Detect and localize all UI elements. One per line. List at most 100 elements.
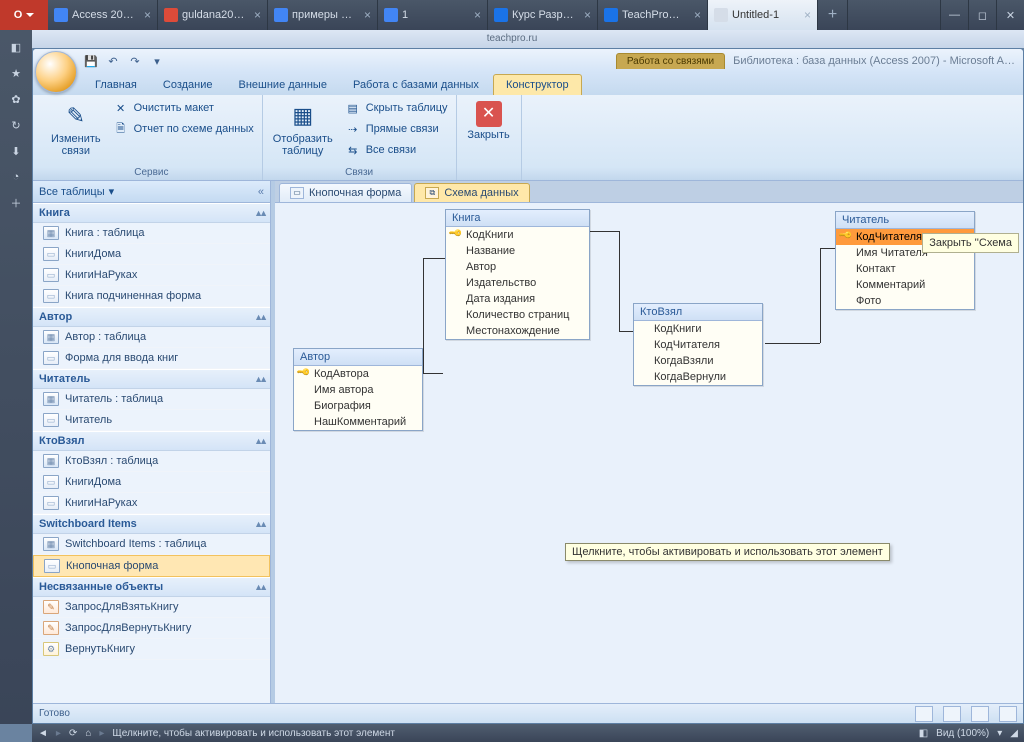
table-field[interactable]: Контакт (836, 261, 974, 277)
table-header[interactable]: КтоВзял (634, 304, 762, 321)
clear-layout-button[interactable]: ✕Очистить макет (111, 99, 256, 117)
window-minimize[interactable]: ― (940, 0, 968, 30)
nav-item[interactable]: ⚙ВернутьКнигу (33, 639, 270, 660)
zoom-label[interactable]: Вид (100%) (936, 728, 989, 739)
nav-item[interactable]: ▦КтоВзял : таблица (33, 451, 270, 472)
nav-item[interactable]: ▭Читатель (33, 410, 270, 431)
nav-collapse-icon[interactable]: « (258, 186, 264, 198)
browser-tab[interactable]: Курс Разр…× (488, 0, 598, 30)
table-field[interactable]: Местонахождение (446, 323, 589, 339)
browser-tab[interactable]: Access 20…× (48, 0, 158, 30)
panel-icon[interactable]: ◧ (7, 38, 25, 56)
nav-item[interactable]: ▭КнигиДома (33, 244, 270, 265)
nav-back-icon[interactable]: ◄ (38, 728, 48, 739)
new-tab-button[interactable]: + (818, 0, 848, 30)
history-icon[interactable]: ◔ (7, 168, 25, 186)
doc-tab-form[interactable]: ▭Кнопочная форма (279, 183, 412, 202)
table-field[interactable]: Фото (836, 293, 974, 309)
table-kniga[interactable]: КнигаКодКнигиНазваниеАвторИздательствоДа… (445, 209, 590, 340)
close-button[interactable]: ✕ Закрыть (463, 99, 515, 143)
nav-item[interactable]: ▭Кнопочная форма (33, 555, 270, 577)
relation-report-button[interactable]: 🗎Отчет по схеме данных (111, 120, 256, 138)
undo-icon[interactable]: ↶ (105, 55, 121, 68)
table-header[interactable]: Читатель (836, 212, 974, 229)
table-header[interactable]: Книга (446, 210, 589, 227)
feed-icon[interactable]: ◧ (919, 728, 928, 739)
tab-close-icon[interactable]: × (144, 8, 151, 22)
nav-item[interactable]: ▦Switchboard Items : таблица (33, 534, 270, 555)
table-field[interactable]: КодАвтора (294, 366, 422, 382)
tab-close-icon[interactable]: × (804, 8, 811, 22)
edit-relations-button[interactable]: ✎ Изменить связи (47, 99, 105, 159)
browser-tab[interactable]: Untitled-1× (708, 0, 818, 30)
redo-icon[interactable]: ↷ (127, 55, 143, 68)
nav-item[interactable]: ✎ЗапросДляВзятьКнигу (33, 597, 270, 618)
nav-item[interactable]: ▦Читатель : таблица (33, 389, 270, 410)
window-close[interactable]: ✕ (996, 0, 1024, 30)
tab-close-icon[interactable]: × (364, 8, 371, 22)
table-avtor[interactable]: АвторКодАвтораИмя автораБиографияНашКомм… (293, 348, 423, 431)
all-links-button[interactable]: ⇆Все связи (343, 141, 450, 159)
nav-item[interactable]: ▭КнигиНаРуках (33, 265, 270, 286)
table-field[interactable]: КогдаВзяли (634, 353, 762, 369)
nav-item[interactable]: ▦Книга : таблица (33, 223, 270, 244)
save-icon[interactable]: 💾 (83, 55, 99, 68)
direct-links-button[interactable]: ⇢Прямые связи (343, 120, 450, 138)
qat-more-icon[interactable]: ▾ (149, 55, 165, 68)
table-field[interactable]: НашКомментарий (294, 414, 422, 430)
relationship-canvas[interactable]: КнигаКодКнигиНазваниеАвторИздательствоДа… (275, 203, 1023, 703)
tab-home[interactable]: Главная (83, 75, 149, 95)
nav-item[interactable]: ▭Книга подчиненная форма (33, 286, 270, 307)
nav-group-header[interactable]: Switchboard Items▲▲ (33, 514, 270, 534)
nav-item[interactable]: ▭КнигиДома (33, 472, 270, 493)
table-field[interactable]: Количество страниц (446, 307, 589, 323)
sync-icon[interactable]: ↻ (7, 116, 25, 134)
tab-close-icon[interactable]: × (474, 8, 481, 22)
gear-icon[interactable]: ✿ (7, 90, 25, 108)
office-orb-button[interactable] (35, 51, 77, 93)
nav-item[interactable]: ▦Автор : таблица (33, 327, 270, 348)
table-field[interactable]: КодКниги (446, 227, 589, 243)
nav-group-header[interactable]: Книга▲▲ (33, 203, 270, 223)
table-chitatel[interactable]: ЧитательКодЧитателяИмя ЧитателяКонтактКо… (835, 211, 975, 310)
tab-create[interactable]: Создание (151, 75, 225, 95)
table-field[interactable]: Автор (446, 259, 589, 275)
nav-group-header[interactable]: Читатель▲▲ (33, 369, 270, 389)
browser-tab[interactable]: 1× (378, 0, 488, 30)
table-header[interactable]: Автор (294, 349, 422, 366)
table-field[interactable]: Издательство (446, 275, 589, 291)
table-ktovzyal[interactable]: КтоВзялКодКнигиКодЧитателяКогдаВзялиКогд… (633, 303, 763, 386)
tab-close-icon[interactable]: × (254, 8, 261, 22)
reload-icon[interactable]: ⟳ (69, 728, 77, 739)
nav-group-header[interactable]: Автор▲▲ (33, 307, 270, 327)
nav-group-header[interactable]: КтоВзял▲▲ (33, 431, 270, 451)
table-field[interactable]: Комментарий (836, 277, 974, 293)
view-design-button[interactable] (943, 706, 961, 722)
browser-tab[interactable]: guldana20…× (158, 0, 268, 30)
hide-table-button[interactable]: ▤Скрыть таблицу (343, 99, 450, 117)
nav-item[interactable]: ✎ЗапросДляВернутьКнигу (33, 618, 270, 639)
tab-close-icon[interactable]: × (584, 8, 591, 22)
table-field[interactable]: Дата издания (446, 291, 589, 307)
browser-tab[interactable]: TeachPro…× (598, 0, 708, 30)
bookmark-icon[interactable]: ★ (7, 64, 25, 82)
window-maximize[interactable]: ◻ (968, 0, 996, 30)
nav-item[interactable]: ▭КнигиНаРуках (33, 493, 270, 514)
resize-grip-icon[interactable]: ◢ (1010, 728, 1018, 739)
table-field[interactable]: Биография (294, 398, 422, 414)
add-panel-icon[interactable]: ＋ (7, 194, 25, 212)
home-icon[interactable]: ⌂ (85, 728, 91, 739)
table-field[interactable]: КогдаВернули (634, 369, 762, 385)
nav-pane-header[interactable]: Все таблицы ▾ « (33, 181, 270, 203)
view-other-button[interactable] (999, 706, 1017, 722)
tab-designer[interactable]: Конструктор (493, 74, 582, 95)
tab-close-icon[interactable]: × (694, 8, 701, 22)
doc-tab-schema[interactable]: ⧉Схема данных (414, 183, 529, 202)
show-table-button[interactable]: ▦ Отобразить таблицу (269, 99, 337, 159)
download-icon[interactable]: ⬇ (7, 142, 25, 160)
table-field[interactable]: КодЧитателя (634, 337, 762, 353)
tab-dbtools[interactable]: Работа с базами данных (341, 75, 491, 95)
view-sql-button[interactable] (971, 706, 989, 722)
table-field[interactable]: Имя автора (294, 382, 422, 398)
nav-group-header[interactable]: Несвязанные объекты▲▲ (33, 577, 270, 597)
